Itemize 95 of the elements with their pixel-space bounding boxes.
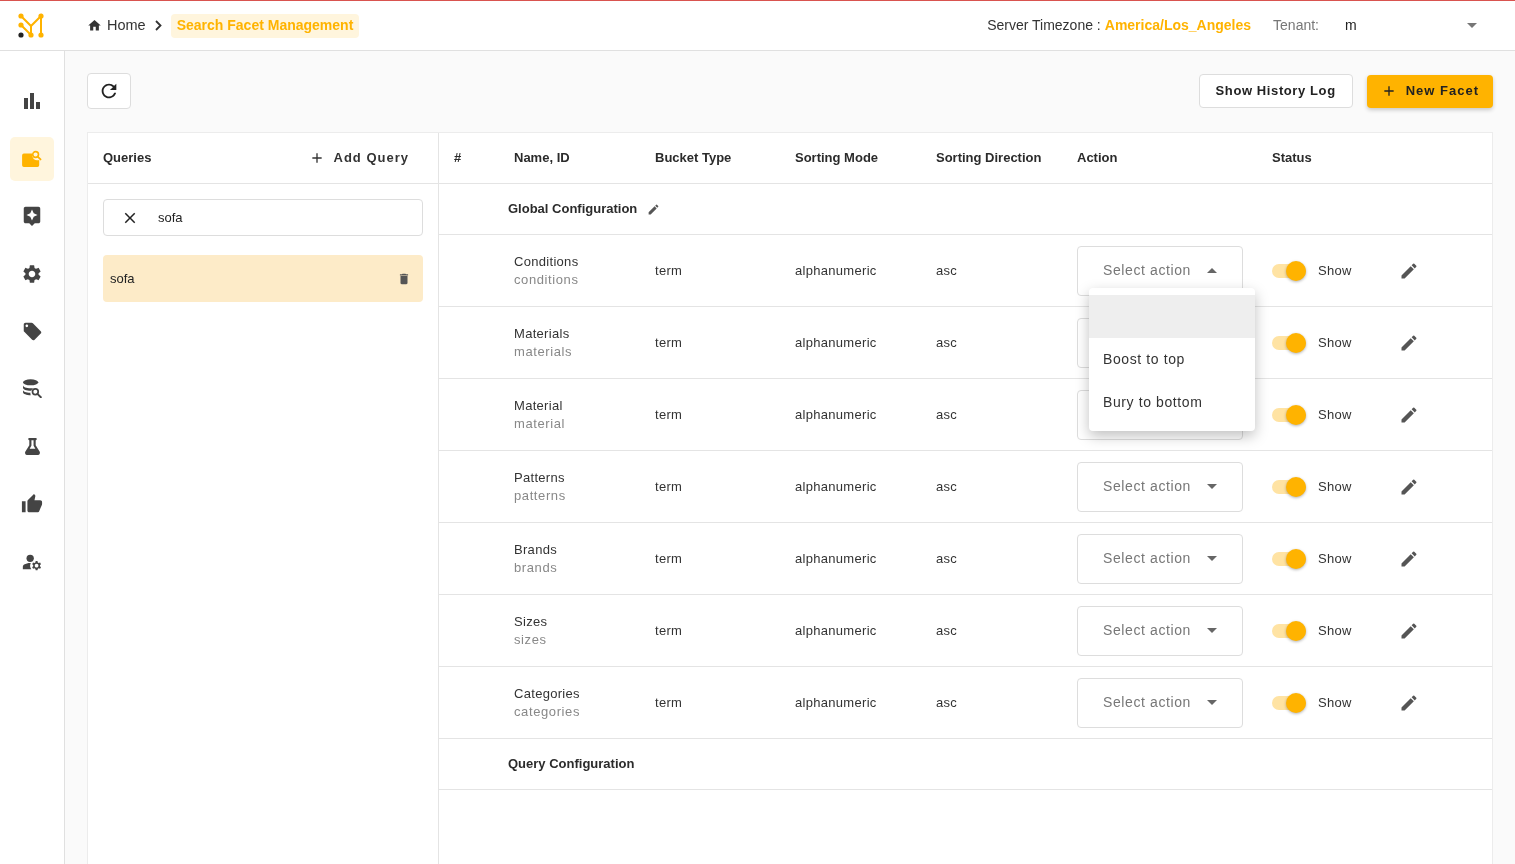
sparkle-badge-icon (21, 205, 43, 228)
tenant-label: Tenant: (1273, 16, 1319, 35)
document-search-icon (22, 149, 42, 168)
facet-id: material (514, 414, 567, 433)
column-header: # (454, 149, 462, 168)
bucket-type: term (655, 477, 683, 496)
edit-icon[interactable] (1399, 692, 1419, 713)
column-header: Bucket Type (655, 149, 732, 168)
search-field[interactable]: sofa (103, 199, 423, 236)
flask-icon (23, 438, 41, 456)
edit-icon[interactable] (647, 202, 661, 216)
sorting-direction: asc (936, 333, 958, 352)
timezone-label: Server Timezone : (987, 16, 1101, 35)
bucket-type: term (655, 405, 683, 424)
sorting-direction: asc (936, 261, 958, 280)
sorting-mode: alphanumeric (795, 333, 877, 352)
facet-name: Sizes (514, 612, 549, 631)
facet-name: Material (514, 396, 564, 415)
sorting-mode: alphanumeric (795, 477, 877, 496)
chevron-right-icon (154, 20, 162, 31)
status-label: Show (1318, 477, 1353, 496)
status-toggle[interactable] (1272, 404, 1306, 425)
status-label: Show (1318, 549, 1353, 568)
action-select[interactable]: Select action (1077, 605, 1243, 656)
facet-id: materials (514, 342, 574, 361)
status-label: Show (1318, 621, 1353, 640)
action-select[interactable]: Select action (1077, 533, 1243, 584)
status-toggle[interactable] (1272, 548, 1306, 569)
sorting-mode: alphanumeric (795, 549, 877, 568)
status-toggle[interactable] (1272, 476, 1306, 497)
logo-icon (18, 13, 44, 38)
status-label: Show (1318, 693, 1353, 712)
status-toggle[interactable] (1272, 260, 1306, 281)
facet-id: patterns (514, 486, 567, 505)
status-toggle[interactable] (1272, 620, 1306, 641)
action-select[interactable]: Select action (1077, 461, 1243, 512)
edit-icon[interactable] (1399, 404, 1419, 425)
settings-icon (21, 262, 43, 285)
facet-name: Brands (514, 540, 558, 559)
sorting-direction: asc (936, 621, 958, 640)
column-header: Sorting Direction (936, 149, 1042, 168)
status-toggle[interactable] (1272, 332, 1306, 353)
status-label: Show (1318, 405, 1353, 424)
sorting-mode: alphanumeric (795, 621, 877, 640)
section-title: Query Configuration (508, 755, 635, 774)
facet-id: sizes (514, 630, 548, 649)
facet-id: brands (514, 558, 559, 577)
query-item[interactable]: sofa (103, 255, 423, 302)
action-select[interactable]: Select action (1077, 677, 1243, 728)
facet-name: Conditions (514, 252, 580, 271)
menu-option[interactable]: Bury to bottom (1089, 380, 1255, 424)
column-header: Name, ID (514, 149, 570, 168)
column-header: Sorting Mode (795, 149, 879, 168)
refresh-button[interactable] (87, 73, 131, 109)
sorting-direction: asc (936, 693, 958, 712)
trash-icon[interactable] (397, 271, 411, 286)
home-link[interactable]: Home (87, 14, 146, 37)
home-icon (87, 18, 102, 33)
section-title: Global Configuration (508, 200, 638, 219)
facet-name: Categories (514, 684, 581, 703)
facet-id: categories (514, 702, 581, 721)
facet-name: Materials (514, 324, 571, 343)
tenant-select[interactable]: m (1333, 10, 1485, 41)
facet-name: Patterns (514, 468, 566, 487)
panel-title: Queries (103, 149, 152, 168)
bucket-type: term (655, 549, 683, 568)
status-label: Show (1318, 261, 1353, 280)
column-header: Status (1272, 149, 1312, 168)
add-query-button[interactable]: Add Query (294, 141, 423, 175)
edit-icon[interactable] (1399, 260, 1419, 281)
edit-icon[interactable] (1399, 620, 1419, 641)
status-label: Show (1318, 333, 1353, 352)
edit-icon[interactable] (1399, 332, 1419, 353)
edit-icon[interactable] (1399, 548, 1419, 569)
tag-icon (21, 320, 43, 342)
menu-option[interactable]: Boost to top (1089, 337, 1255, 381)
edit-icon[interactable] (1399, 476, 1419, 497)
sorting-direction: asc (936, 549, 958, 568)
sorting-direction: asc (936, 477, 958, 496)
bucket-type: term (655, 333, 683, 352)
timezone-value: America/Los_Angeles (1104, 16, 1252, 35)
caret-icon (1467, 23, 1477, 28)
sorting-mode: alphanumeric (795, 693, 877, 712)
sorting-mode: alphanumeric (795, 261, 877, 280)
sorting-direction: asc (936, 405, 958, 424)
status-toggle[interactable] (1272, 692, 1306, 713)
bucket-type: term (655, 621, 683, 640)
bucket-type: term (655, 693, 683, 712)
bucket-type: term (655, 261, 683, 280)
new-facet-button[interactable]: New Facet (1366, 74, 1493, 108)
database-search-icon (22, 379, 42, 399)
sorting-mode: alphanumeric (795, 405, 877, 424)
column-header: Action (1077, 149, 1118, 168)
history-log-button[interactable]: Show History Log (1198, 74, 1353, 108)
facet-id: conditions (514, 270, 580, 289)
